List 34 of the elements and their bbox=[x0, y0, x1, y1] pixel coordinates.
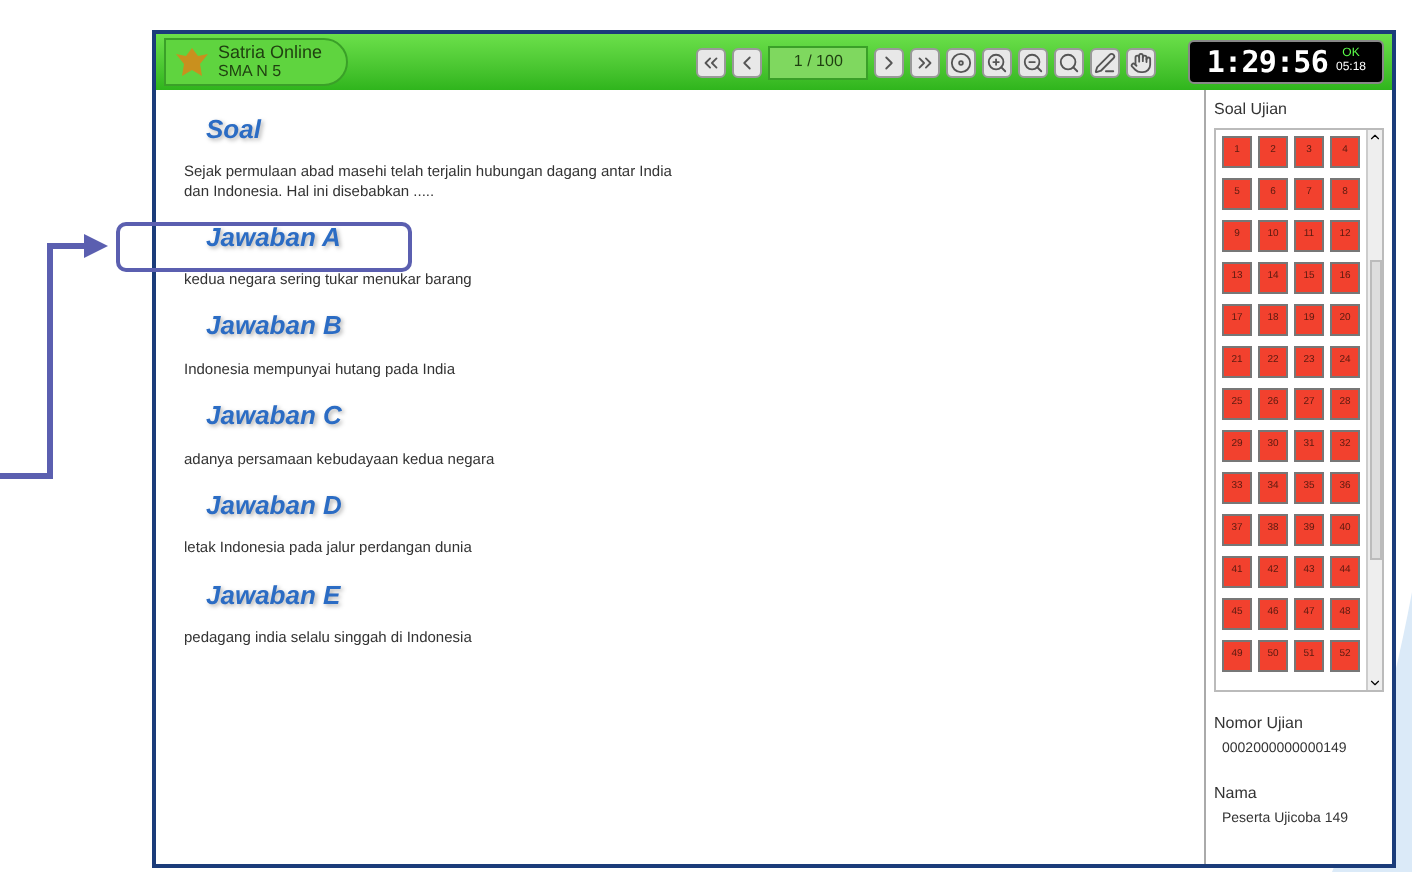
disc-icon bbox=[950, 51, 973, 73]
emblem-icon bbox=[174, 44, 210, 80]
scroll-down-icon[interactable] bbox=[1368, 676, 1382, 690]
page-indicator: 1 / 100 bbox=[767, 45, 869, 79]
zoom-in-icon bbox=[986, 51, 1009, 73]
question-heading: Soal bbox=[206, 112, 264, 148]
zoom-in-button[interactable] bbox=[982, 47, 1013, 77]
name-label: Nama bbox=[1214, 781, 1259, 805]
zoom-out-icon bbox=[1022, 51, 1045, 73]
hand-button[interactable] bbox=[1126, 47, 1157, 77]
pen-button[interactable] bbox=[1090, 47, 1121, 77]
scroll-up-icon[interactable] bbox=[1368, 130, 1382, 144]
next-page-button[interactable] bbox=[874, 47, 905, 77]
panel-title: Soal Ujian bbox=[1214, 98, 1289, 122]
first-page-button[interactable] bbox=[695, 47, 726, 77]
school-name: SMA N 5 bbox=[218, 62, 284, 82]
pen-icon bbox=[1094, 51, 1117, 73]
answer-heading: Jawaban C bbox=[206, 398, 344, 434]
app-name: Satria Online bbox=[218, 42, 323, 62]
search-icon bbox=[1058, 51, 1081, 73]
double-chevron-left-icon bbox=[699, 51, 722, 73]
search-button[interactable] bbox=[1054, 47, 1085, 77]
last-page-button[interactable] bbox=[910, 47, 941, 77]
disc-button[interactable] bbox=[946, 47, 977, 77]
double-chevron-right-icon bbox=[914, 51, 937, 73]
previous-page-button[interactable] bbox=[731, 47, 762, 77]
zoom-out-button[interactable] bbox=[1018, 47, 1049, 77]
exam-number-label: Nomor Ujian bbox=[1214, 712, 1305, 736]
answer-heading: Jawaban E bbox=[206, 577, 343, 613]
answer-heading: Jawaban A bbox=[206, 219, 343, 255]
timer: 1:29:56 bbox=[1206, 41, 1328, 84]
answer-heading: Jawaban B bbox=[206, 308, 344, 345]
answer-heading: Jawaban D bbox=[206, 487, 344, 524]
hand-icon bbox=[1130, 51, 1153, 73]
